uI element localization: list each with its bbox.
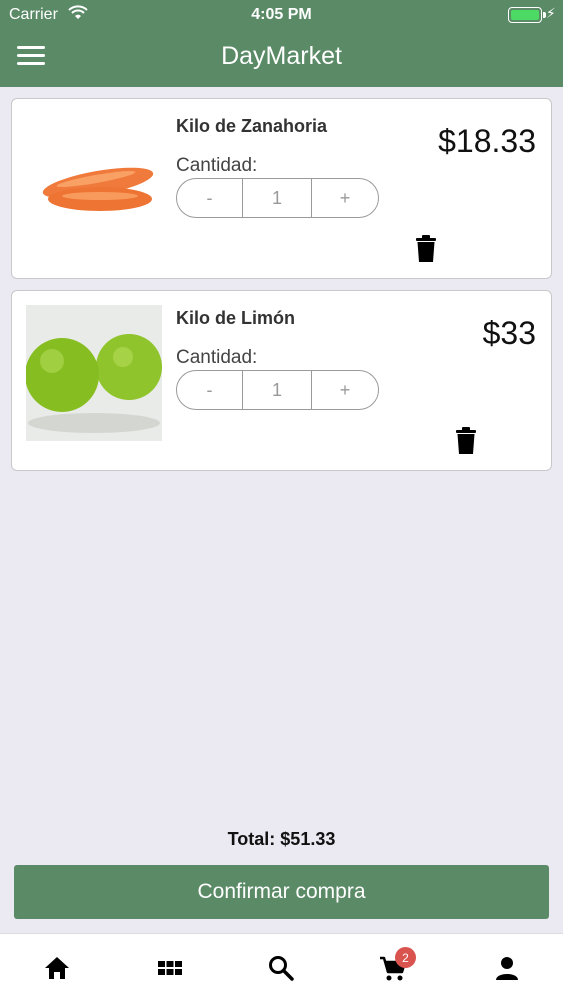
tab-bar: 2 [0, 933, 563, 1000]
quantity-label: Cantidad: [176, 155, 258, 176]
quantity-value[interactable]: 1 [243, 371, 312, 409]
cart-total: Total: $51.33 [227, 829, 336, 849]
confirm-purchase-button[interactable]: Confirmar compra [14, 865, 549, 919]
increase-button[interactable]: + [312, 371, 378, 409]
item-price: $33 [482, 315, 536, 351]
home-icon[interactable] [43, 954, 71, 982]
trash-icon[interactable] [455, 427, 477, 455]
cart-badge: 2 [395, 947, 416, 968]
grid-icon[interactable] [156, 954, 184, 982]
user-icon[interactable] [493, 954, 521, 982]
product-name: Kilo de Zanahoria [176, 116, 328, 136]
decrease-button[interactable]: - [177, 371, 243, 409]
charging-icon: ⚡ [546, 5, 556, 21]
cart-item: Kilo de Zanahoria Cantidad: - 1 + $18.33 [11, 98, 552, 279]
trash-icon[interactable] [415, 235, 437, 263]
cart-tab[interactable]: 2 [379, 947, 416, 982]
quantity-value[interactable]: 1 [243, 179, 312, 217]
item-price: $18.33 [438, 123, 536, 159]
status-bar: Carrier 4:05 PM ⚡ [0, 0, 563, 30]
clock: 4:05 PM [251, 6, 312, 23]
decrease-button[interactable]: - [177, 179, 243, 217]
product-name: Kilo de Limón [176, 308, 295, 328]
search-icon[interactable] [267, 954, 295, 982]
increase-button[interactable]: + [312, 179, 378, 217]
quantity-stepper: - 1 + [176, 178, 379, 218]
app-header: Carrier 4:05 PM ⚡ DayMarket [0, 0, 563, 87]
carrot-image [26, 113, 162, 249]
page-title: DayMarket [221, 42, 342, 70]
battery-icon [508, 7, 546, 23]
lime-image [26, 305, 162, 441]
quantity-stepper: - 1 + [176, 370, 379, 410]
cart-item: Kilo de Limón Cantidad: - 1 + $33 [11, 290, 552, 471]
quantity-label: Cantidad: [176, 347, 258, 368]
